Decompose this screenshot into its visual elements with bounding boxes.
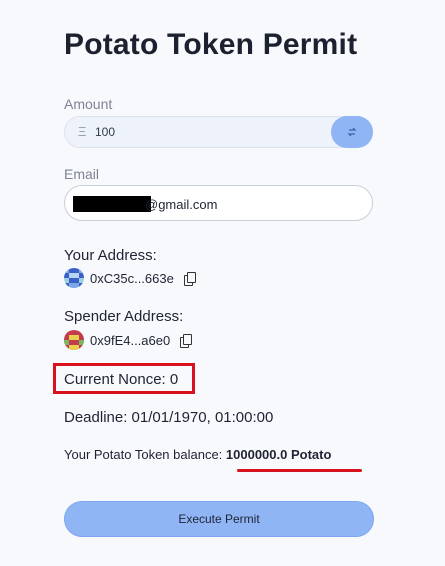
- balance-underline: [237, 469, 362, 472]
- current-nonce: Current Nonce: 0: [64, 371, 179, 388]
- amount-label: Amount: [64, 96, 113, 112]
- spender-address-value: 0x9fE4...a6e0: [90, 332, 171, 348]
- amount-input[interactable]: Ξ 100: [64, 116, 373, 148]
- your-address-value: 0xC35c...663e: [90, 270, 174, 286]
- spender-address-row: 0x9fE4...a6e0: [64, 330, 193, 350]
- eth-icon: Ξ: [78, 124, 87, 139]
- your-address-row: 0xC35c...663e: [64, 268, 196, 288]
- amount-value: 100: [95, 125, 116, 139]
- swap-button[interactable]: [331, 116, 373, 148]
- redacted-block: [73, 196, 151, 212]
- page-title: Potato Token Permit: [64, 28, 358, 61]
- avatar: [64, 330, 84, 350]
- avatar: [64, 268, 84, 288]
- your-address-label: Your Address:: [64, 247, 157, 264]
- email-input[interactable]: @gmail.com: [64, 185, 373, 221]
- email-label: Email: [64, 166, 100, 182]
- email-value: @gmail.com: [145, 197, 218, 212]
- balance-text: Your Potato Token balance: 1000000.0 Pot…: [64, 447, 331, 462]
- spender-address-label: Spender Address:: [64, 308, 184, 325]
- balance-value: 1000000.0 Potato: [225, 447, 332, 462]
- execute-permit-button[interactable]: Execute Permit: [64, 501, 374, 537]
- deadline: Deadline: 01/01/1970, 01:00:00: [64, 409, 274, 426]
- copy-icon[interactable]: [180, 334, 193, 348]
- swap-arrows-icon: [347, 127, 357, 137]
- balance-prefix: Your Potato Token balance:: [64, 447, 226, 462]
- copy-icon[interactable]: [183, 272, 196, 286]
